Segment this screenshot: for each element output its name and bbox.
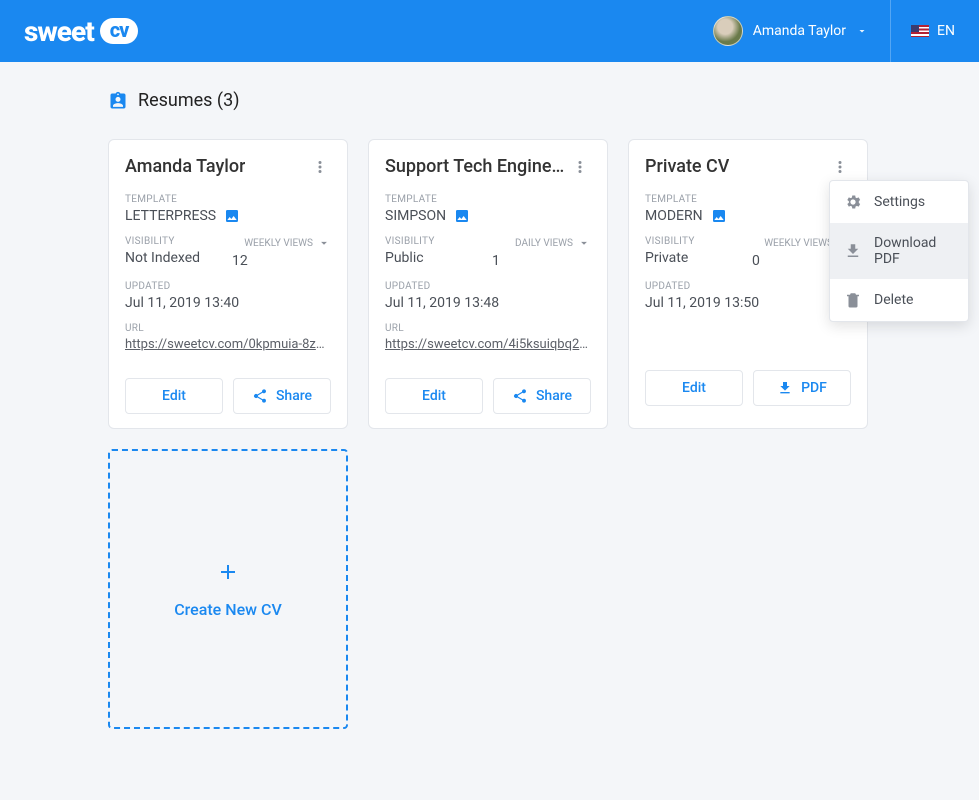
share-icon [512, 388, 528, 404]
updated-value: Jul 11, 2019 13:48 [385, 295, 591, 311]
visibility-value: Public [385, 250, 484, 266]
updated-label: UPDATED [645, 281, 851, 292]
logo-cv: cv [100, 18, 139, 44]
edit-button[interactable]: Edit [645, 370, 743, 406]
more-vert-icon [831, 158, 849, 176]
updated-label: UPDATED [125, 281, 331, 292]
card-title: Private CV [645, 156, 729, 177]
page-title-text: Resumes (3) [138, 90, 239, 111]
chevron-down-icon [856, 25, 868, 37]
url-value[interactable]: https://sweetcv.com/4i5ksuiqbq2a5 [385, 337, 591, 352]
menu-delete[interactable]: Delete [830, 279, 968, 321]
template-value: SIMPSON [385, 208, 446, 224]
image-icon[interactable] [711, 208, 727, 224]
create-new-cv[interactable]: Create New CV [108, 449, 348, 729]
edit-button[interactable]: Edit [125, 378, 223, 414]
views-label: WEEKLY VIEWS [244, 238, 313, 249]
download-icon [844, 242, 862, 260]
card-title: Support Tech Enginee... [385, 156, 565, 177]
flag-us-icon [911, 25, 929, 37]
more-vert-icon [311, 158, 329, 176]
views-value: 12 [232, 253, 331, 269]
card-context-menu: Settings Download PDF Delete [829, 180, 969, 322]
share-button[interactable]: Share [493, 378, 591, 414]
dropdown-icon [317, 236, 331, 250]
visibility-label: VISIBILITY [125, 236, 224, 247]
more-button[interactable] [309, 156, 331, 182]
template-value: LETTERPRESS [125, 208, 216, 224]
menu-download-pdf[interactable]: Download PDF [830, 223, 968, 279]
edit-button[interactable]: Edit [385, 378, 483, 414]
more-vert-icon [571, 158, 589, 176]
url-label: URL [125, 323, 331, 334]
resume-grid: Amanda Taylor TEMPLATE LETTERPRESS VISIB… [108, 139, 871, 729]
visibility-label: VISIBILITY [645, 236, 744, 247]
logo-sweet: sweet [24, 15, 94, 48]
image-icon[interactable] [224, 208, 240, 224]
logo[interactable]: sweet cv [24, 15, 138, 48]
user-menu[interactable]: Amanda Taylor [713, 0, 891, 62]
menu-settings[interactable]: Settings [830, 181, 968, 223]
resume-card: Amanda Taylor TEMPLATE LETTERPRESS VISIB… [108, 139, 348, 429]
avatar [713, 16, 743, 46]
language-code: EN [937, 23, 955, 39]
visibility-label: VISIBILITY [385, 236, 484, 247]
more-button[interactable] [829, 156, 851, 182]
visibility-value: Not Indexed [125, 250, 224, 266]
dropdown-icon [577, 236, 591, 250]
menu-download-pdf-label: Download PDF [874, 235, 954, 267]
template-value: MODERN [645, 208, 703, 224]
url-label: URL [385, 323, 591, 334]
template-label: TEMPLATE [385, 194, 591, 205]
updated-value: Jul 11, 2019 13:40 [125, 295, 331, 311]
updated-value: Jul 11, 2019 13:50 [645, 295, 851, 311]
plus-icon [216, 560, 240, 584]
resumes-icon [108, 91, 128, 111]
resume-card: Support Tech Enginee... TEMPLATE SIMPSON… [368, 139, 608, 429]
views-value: 1 [492, 253, 591, 269]
card-title: Amanda Taylor [125, 156, 245, 177]
pdf-button[interactable]: PDF [753, 370, 851, 406]
template-label: TEMPLATE [125, 194, 331, 205]
views-label: WEEKLY VIEWS [764, 238, 833, 249]
url-value[interactable]: https://sweetcv.com/0kpmuia-8zsb1 [125, 337, 331, 352]
language-selector[interactable]: EN [911, 23, 955, 39]
visibility-value: Private [645, 250, 744, 266]
more-button[interactable] [569, 156, 591, 182]
menu-settings-label: Settings [874, 194, 925, 210]
app-header: sweet cv Amanda Taylor EN [0, 0, 979, 62]
share-icon [252, 388, 268, 404]
template-label: TEMPLATE [645, 194, 851, 205]
image-icon[interactable] [454, 208, 470, 224]
gear-icon [844, 193, 862, 211]
share-button[interactable]: Share [233, 378, 331, 414]
menu-delete-label: Delete [874, 292, 913, 308]
download-icon [777, 380, 793, 396]
views-selector[interactable]: DAILY VIEWS [492, 236, 591, 250]
page-title: Resumes (3) [108, 90, 871, 111]
create-new-cv-label: Create New CV [174, 600, 282, 619]
views-selector[interactable]: WEEKLY VIEWS [232, 236, 331, 250]
views-label: DAILY VIEWS [515, 238, 573, 249]
updated-label: UPDATED [385, 281, 591, 292]
trash-icon [844, 291, 862, 309]
user-name: Amanda Taylor [753, 23, 846, 39]
